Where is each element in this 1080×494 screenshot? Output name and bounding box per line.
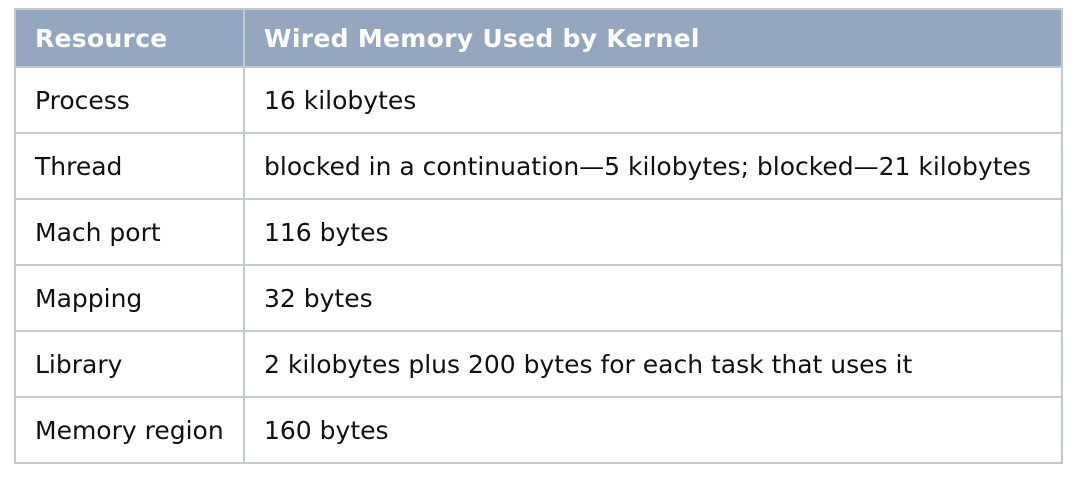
wired-memory-table: Resource Wired Memory Used by Kernel Pro… — [14, 8, 1063, 464]
resource-cell: Memory region — [14, 396, 245, 464]
resource-cell: Library — [14, 330, 245, 398]
memory-cell: 32 bytes — [243, 264, 1063, 332]
resource-cell: Mach port — [14, 198, 245, 266]
table-row: Thread blocked in a continuation—5 kilob… — [14, 132, 1063, 200]
memory-cell: blocked in a continuation—5 kilobytes; b… — [243, 132, 1063, 200]
memory-cell: 2 kilobytes plus 200 bytes for each task… — [243, 330, 1063, 398]
table-row: Memory region 160 bytes — [14, 396, 1063, 464]
memory-cell: 116 bytes — [243, 198, 1063, 266]
table-header-row: Resource Wired Memory Used by Kernel — [14, 8, 1063, 68]
memory-cell: 16 kilobytes — [243, 66, 1063, 134]
column-header-resource: Resource — [14, 8, 245, 68]
resource-cell: Thread — [14, 132, 245, 200]
table-row: Mach port 116 bytes — [14, 198, 1063, 266]
document-table-container: Resource Wired Memory Used by Kernel Pro… — [14, 8, 1063, 464]
table-row: Process 16 kilobytes — [14, 66, 1063, 134]
memory-cell: 160 bytes — [243, 396, 1063, 464]
column-header-wired-memory: Wired Memory Used by Kernel — [243, 8, 1063, 68]
table-row: Library 2 kilobytes plus 200 bytes for e… — [14, 330, 1063, 398]
table-row: Mapping 32 bytes — [14, 264, 1063, 332]
resource-cell: Process — [14, 66, 245, 134]
resource-cell: Mapping — [14, 264, 245, 332]
